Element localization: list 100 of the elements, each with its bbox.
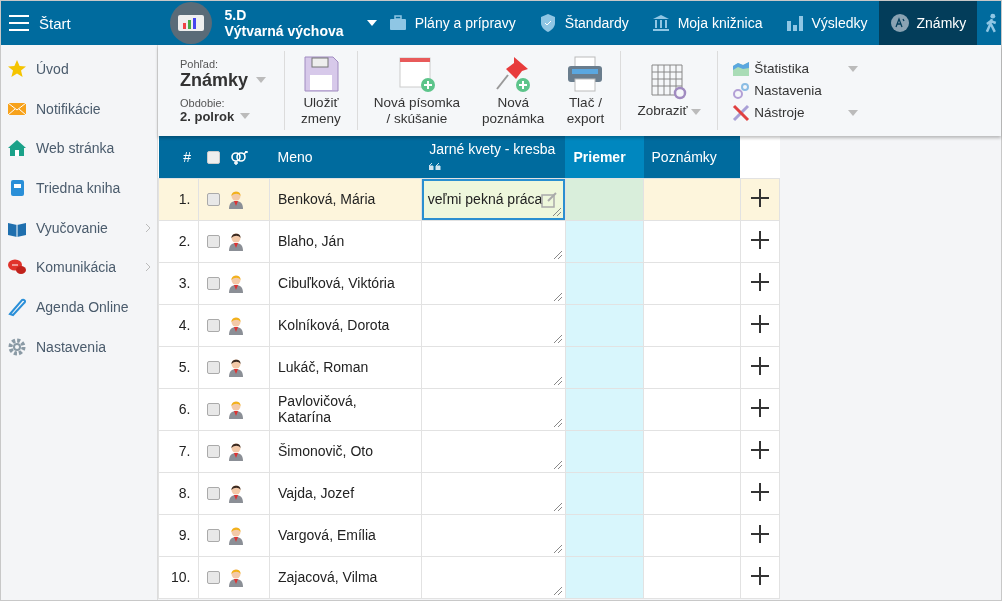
resize-grip-icon xyxy=(553,502,562,511)
resize-grip-icon xyxy=(553,418,562,427)
resize-grip-icon xyxy=(553,544,562,553)
nav-tab[interactable]: Moja knižnica xyxy=(639,1,774,45)
sidebar-item[interactable]: Úvod xyxy=(1,49,157,89)
table-row[interactable]: 2. Blaho, Ján xyxy=(158,220,780,262)
table-row[interactable]: 9. Vargová, Emília xyxy=(158,514,780,556)
menu-button[interactable]: Štart xyxy=(1,1,157,45)
toolbar-menu-item[interactable]: Nástroje xyxy=(732,103,859,122)
briefcase-icon xyxy=(387,13,408,33)
row-number: 10. xyxy=(158,556,199,598)
toolbar-menu-item[interactable]: Štatistika xyxy=(732,59,859,78)
table-row[interactable]: 3. Cibuľková, Viktória xyxy=(158,262,780,304)
sidebar-item[interactable]: Triedna kniha xyxy=(1,168,157,208)
resize-grip-icon xyxy=(553,250,562,259)
plus-icon xyxy=(750,524,769,543)
period-label: Obdobie: xyxy=(180,96,226,109)
nav-tab[interactable]: Výsledky xyxy=(773,1,879,45)
nav-tab[interactable]: Plány a prípravy xyxy=(376,1,527,45)
table-row[interactable]: 4. Kolníková, Dorota xyxy=(158,304,780,346)
toolbar-button[interactable]: Nová písomka / skúšanie xyxy=(367,54,467,127)
student-name: Šimonovič, Oto xyxy=(269,430,422,472)
house-icon xyxy=(7,138,27,159)
period-dropdown[interactable]: 2. polrok xyxy=(180,108,267,124)
row-checkbox[interactable] xyxy=(207,570,221,584)
row-number: 6. xyxy=(158,388,199,430)
sidebar-item[interactable]: Web stránka xyxy=(1,128,157,169)
toolbar-button[interactable]: Uložiť zmeny xyxy=(295,54,347,127)
menu-icon xyxy=(9,15,29,31)
subject-name: Výtvarná výchova xyxy=(224,23,345,39)
caret-icon xyxy=(240,113,251,119)
printer-icon xyxy=(566,54,605,93)
area-chart-icon xyxy=(732,59,751,78)
column-header: # xyxy=(158,136,199,178)
bar-chart-icon xyxy=(784,13,805,33)
row-number: 7. xyxy=(158,430,199,472)
plus-icon xyxy=(750,398,769,417)
display-button[interactable]: Zobraziť xyxy=(631,62,708,119)
resize-grip-icon xyxy=(553,334,562,343)
tools-icon xyxy=(732,103,751,122)
table-row[interactable]: 8. Vajda, Jozef xyxy=(158,472,780,514)
nav-tab[interactable]: Známky xyxy=(878,1,978,45)
settings-icon xyxy=(7,336,27,357)
table-row[interactable]: 5. Lukáč, Roman xyxy=(158,346,780,388)
student-name: Vargová, Emília xyxy=(269,514,422,556)
toolbar-menu-item[interactable]: Nastavenia xyxy=(732,81,859,100)
plus-icon xyxy=(750,230,769,249)
row-number: 9. xyxy=(158,514,199,556)
class-name: 5.D xyxy=(224,7,248,23)
assessment-field[interactable]: veľmi pekná práca xyxy=(421,178,565,220)
star-icon xyxy=(7,58,27,79)
student-name: Pavlovičová, Katarína xyxy=(269,388,422,430)
student-name: Kolníková, Dorota xyxy=(269,304,422,346)
toolbar-button[interactable]: Nová poznámka xyxy=(476,54,551,127)
plus-icon xyxy=(750,566,769,585)
table-row[interactable]: 7. Šimonovič, Oto xyxy=(158,430,780,472)
column-header: Priemer xyxy=(565,136,644,178)
row-checkbox[interactable] xyxy=(207,276,221,290)
row-checkbox[interactable] xyxy=(207,486,221,500)
table-row[interactable]: 1. Benková, Mária veľmi pekná práca xyxy=(158,178,780,220)
toolbar-button[interactable]: Tlač / export xyxy=(560,54,611,127)
row-checkbox[interactable] xyxy=(207,234,221,248)
row-checkbox[interactable] xyxy=(207,528,221,542)
row-checkbox[interactable] xyxy=(207,444,221,458)
column-header: Jarné kvety - kresba xyxy=(429,141,557,157)
sidebar-item[interactable]: Vyučovanie xyxy=(1,207,157,248)
plus-icon xyxy=(750,188,769,207)
class-selector[interactable]: 5.D Výtvarná výchova xyxy=(170,1,377,45)
sidebar-item[interactable]: Agenda Online xyxy=(1,287,157,327)
select-all-checkbox[interactable] xyxy=(206,151,220,165)
sidebar-item[interactable]: Notifikácie xyxy=(1,88,157,129)
plus-icon xyxy=(750,356,769,375)
row-number: 8. xyxy=(158,472,199,514)
student-name: Zajacová, Vilma xyxy=(269,556,422,598)
plus-icon xyxy=(750,482,769,501)
view-label: Pohľad: xyxy=(180,57,220,70)
table-row[interactable]: 10. Zajacová, Vilma xyxy=(158,556,780,598)
sidebar-item[interactable]: Nastavenia xyxy=(1,326,157,367)
row-checkbox[interactable] xyxy=(207,402,221,416)
student-name: Cibuľková, Viktória xyxy=(269,262,422,304)
gears-icon xyxy=(732,81,751,100)
caret-icon xyxy=(691,108,702,115)
table-row[interactable]: 6. Pavlovičová, Katarína xyxy=(158,388,780,430)
pushpin-add-icon xyxy=(494,54,533,93)
column-header: Meno xyxy=(269,136,422,178)
sidebar-item[interactable]: Komunikácia xyxy=(1,247,157,288)
plus-icon xyxy=(750,314,769,333)
caret-icon xyxy=(366,20,377,26)
row-checkbox[interactable] xyxy=(207,192,221,206)
view-dropdown[interactable]: Známky xyxy=(180,69,267,91)
row-number: 2. xyxy=(158,220,199,262)
resize-grip-icon xyxy=(553,460,562,469)
grid-settings-icon xyxy=(650,62,689,101)
row-checkbox[interactable] xyxy=(207,318,221,332)
plus-icon xyxy=(750,272,769,291)
resize-grip-icon xyxy=(553,586,562,595)
row-number: 3. xyxy=(158,262,199,304)
row-checkbox[interactable] xyxy=(207,360,221,374)
nav-tab[interactable]: Štandardy xyxy=(526,1,640,45)
grade-icon xyxy=(889,13,910,33)
